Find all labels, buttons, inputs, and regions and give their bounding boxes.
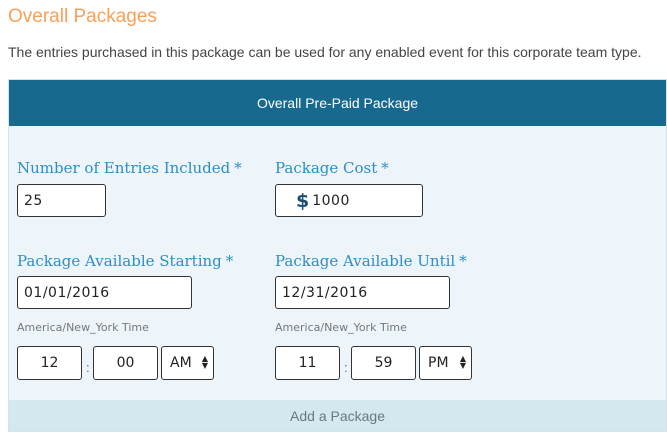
required-marker: * [459, 252, 467, 270]
cost-input[interactable]: $ 1000 [275, 184, 423, 217]
until-ampm-select[interactable]: PM ▲ ▼ [419, 346, 472, 380]
cost-label: Package Cost * [275, 159, 389, 177]
add-package-button[interactable]: Add a Package [9, 400, 666, 431]
until-minute-input[interactable]: 59 [351, 346, 416, 380]
package-panel: Overall Pre-Paid Package Number of Entri… [8, 79, 667, 432]
select-arrows-icon: ▲ ▼ [201, 354, 208, 370]
entries-label: Number of Entries Included * [17, 159, 242, 177]
entries-input[interactable]: 25 [17, 184, 106, 217]
start-timezone: America/New_York Time [17, 321, 149, 334]
time-colon: : [344, 360, 348, 375]
until-date-input[interactable]: 12/31/2016 [275, 276, 450, 309]
start-label: Package Available Starting * [17, 252, 234, 270]
until-timezone: America/New_York Time [275, 321, 407, 334]
section-description: The entries purchased in this package ca… [8, 44, 642, 60]
start-date-input[interactable]: 01/01/2016 [17, 276, 192, 309]
panel-header: Overall Pre-Paid Package [9, 80, 666, 126]
dollar-icon: $ [296, 189, 310, 212]
required-marker: * [381, 159, 389, 177]
required-marker: * [234, 159, 242, 177]
start-minute-input[interactable]: 00 [93, 346, 158, 380]
time-colon: : [86, 360, 90, 375]
start-ampm-select[interactable]: AM ▲ ▼ [161, 346, 214, 380]
until-hour-input[interactable]: 11 [275, 346, 340, 380]
required-marker: * [225, 252, 234, 270]
until-label: Package Available Until * [275, 252, 467, 270]
start-hour-input[interactable]: 12 [17, 346, 82, 380]
section-title: Overall Packages [8, 6, 157, 27]
select-arrows-icon: ▲ ▼ [459, 354, 466, 370]
